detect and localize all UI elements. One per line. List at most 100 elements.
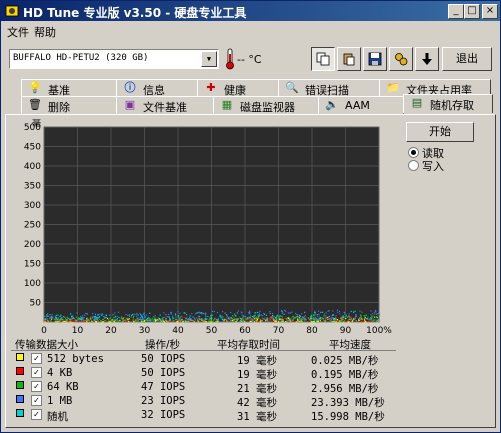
data-point	[370, 314, 372, 316]
cell-ops: 50 IOPS	[141, 367, 186, 379]
data-point	[292, 315, 294, 317]
data-point	[194, 318, 196, 320]
data-point	[342, 319, 344, 321]
data-point	[64, 316, 66, 318]
data-point	[225, 314, 228, 316]
data-point	[68, 320, 70, 322]
data-point	[295, 320, 297, 322]
data-point	[161, 318, 163, 320]
data-point	[320, 311, 322, 313]
data-point	[256, 320, 259, 322]
series-checkbox[interactable]: ✓	[31, 353, 42, 364]
data-point	[298, 317, 300, 319]
data-point	[359, 319, 362, 321]
tab-disk-monitor[interactable]: ▦ 磁盘监视器	[213, 96, 319, 114]
start-button[interactable]: 开始	[406, 122, 474, 142]
data-point	[194, 319, 197, 322]
data-point	[255, 317, 257, 319]
data-point	[316, 314, 318, 316]
tab-file-benchmark[interactable]: ▣ 文件基准	[116, 96, 214, 114]
series-checkbox[interactable]: ✓	[31, 409, 42, 420]
series-checkbox[interactable]: ✓	[31, 367, 42, 378]
chevron-down-icon[interactable]: ▼	[201, 51, 217, 67]
minimize-button[interactable]: _	[448, 4, 464, 19]
data-point	[147, 318, 149, 320]
data-point	[76, 312, 78, 314]
data-point	[79, 318, 82, 320]
data-point	[66, 321, 68, 323]
data-point	[376, 319, 378, 321]
cell-size: 4 KB	[47, 367, 73, 379]
data-point	[189, 319, 192, 321]
data-point	[128, 316, 131, 318]
series-checkbox[interactable]: ✓	[31, 381, 42, 392]
data-point	[86, 317, 88, 319]
close-button[interactable]: ×	[482, 4, 498, 19]
data-point	[86, 313, 88, 315]
save-button[interactable]	[363, 47, 387, 71]
results-table: 传输数据大小 操作/秒 平均存取时间 平均速度 ✓ 512 bytes 50 IOP…	[11, 337, 396, 423]
x-tick-label: 30	[139, 326, 151, 336]
data-point	[259, 320, 261, 322]
data-point	[327, 316, 329, 319]
data-point	[147, 320, 149, 322]
data-point	[246, 319, 248, 321]
exit-button[interactable]: 退出	[442, 47, 492, 71]
data-point	[234, 318, 236, 320]
series-checkbox[interactable]: ✓	[31, 395, 42, 406]
read-radio-dot[interactable]	[408, 147, 419, 158]
data-point	[178, 318, 181, 320]
data-point	[201, 313, 203, 315]
title-bar[interactable]: HD Tune 专业版 v3.50 - 硬盘专业工具 _ □ ×	[1, 1, 500, 21]
maximize-button[interactable]: □	[464, 4, 480, 19]
data-point	[205, 313, 207, 315]
data-point	[249, 316, 251, 318]
tab-aam[interactable]: 🔈 AAM	[318, 96, 404, 114]
data-point	[125, 314, 127, 316]
table-row: ✓ 4 KB 50 IOPS 19 毫秒 0.195 MB/秒	[11, 366, 396, 381]
data-point	[318, 315, 321, 318]
menu-help[interactable]: 帮助	[34, 24, 56, 40]
tab-erase[interactable]: 🗑 删除	[21, 96, 117, 114]
data-point	[250, 320, 252, 322]
drive-select-value: BUFFALO HD-PETU2 (320 GB)	[13, 53, 149, 63]
read-radio[interactable]: 读取	[408, 145, 488, 160]
data-point	[350, 310, 352, 313]
download-button[interactable]	[415, 47, 439, 71]
data-point	[135, 320, 137, 322]
data-point	[235, 315, 237, 317]
data-point	[104, 317, 106, 319]
toolbar: BUFFALO HD-PETU2 (320 GB) ▼ -- °C 退出	[1, 41, 500, 75]
data-point	[155, 319, 157, 321]
data-point	[243, 318, 245, 320]
data-point	[55, 320, 57, 322]
tab-random-access[interactable]: ▤ 随机存取	[403, 94, 493, 113]
data-point	[217, 319, 219, 321]
data-point	[179, 316, 181, 318]
data-point	[311, 318, 313, 320]
options-button[interactable]	[389, 47, 413, 71]
tab-info[interactable]: ⓘ 信息	[116, 79, 198, 97]
drive-select[interactable]: BUFFALO HD-PETU2 (320 GB) ▼	[9, 49, 219, 69]
data-point	[243, 319, 245, 322]
data-point	[362, 320, 364, 322]
data-point	[94, 316, 96, 318]
data-point	[123, 317, 125, 319]
data-point	[94, 313, 96, 315]
data-point	[224, 312, 226, 314]
write-radio[interactable]: 写入	[408, 158, 488, 173]
data-point	[281, 319, 283, 322]
data-point	[97, 314, 99, 316]
tab-benchmark[interactable]: 💡 基准	[21, 79, 117, 97]
tab-health[interactable]: ✚ 健康	[197, 79, 279, 97]
menu-file[interactable]: 文件	[7, 24, 29, 40]
data-point	[299, 315, 301, 318]
x-tick-label: 60	[239, 326, 251, 336]
write-radio-dot[interactable]	[408, 160, 419, 171]
data-point	[256, 317, 258, 320]
copy-image-button[interactable]	[337, 47, 361, 71]
data-point	[189, 315, 191, 317]
copy-text-button[interactable]	[311, 47, 335, 71]
data-point	[275, 320, 277, 322]
tab-error-scan[interactable]: 🔍 错误扫描	[278, 79, 380, 97]
